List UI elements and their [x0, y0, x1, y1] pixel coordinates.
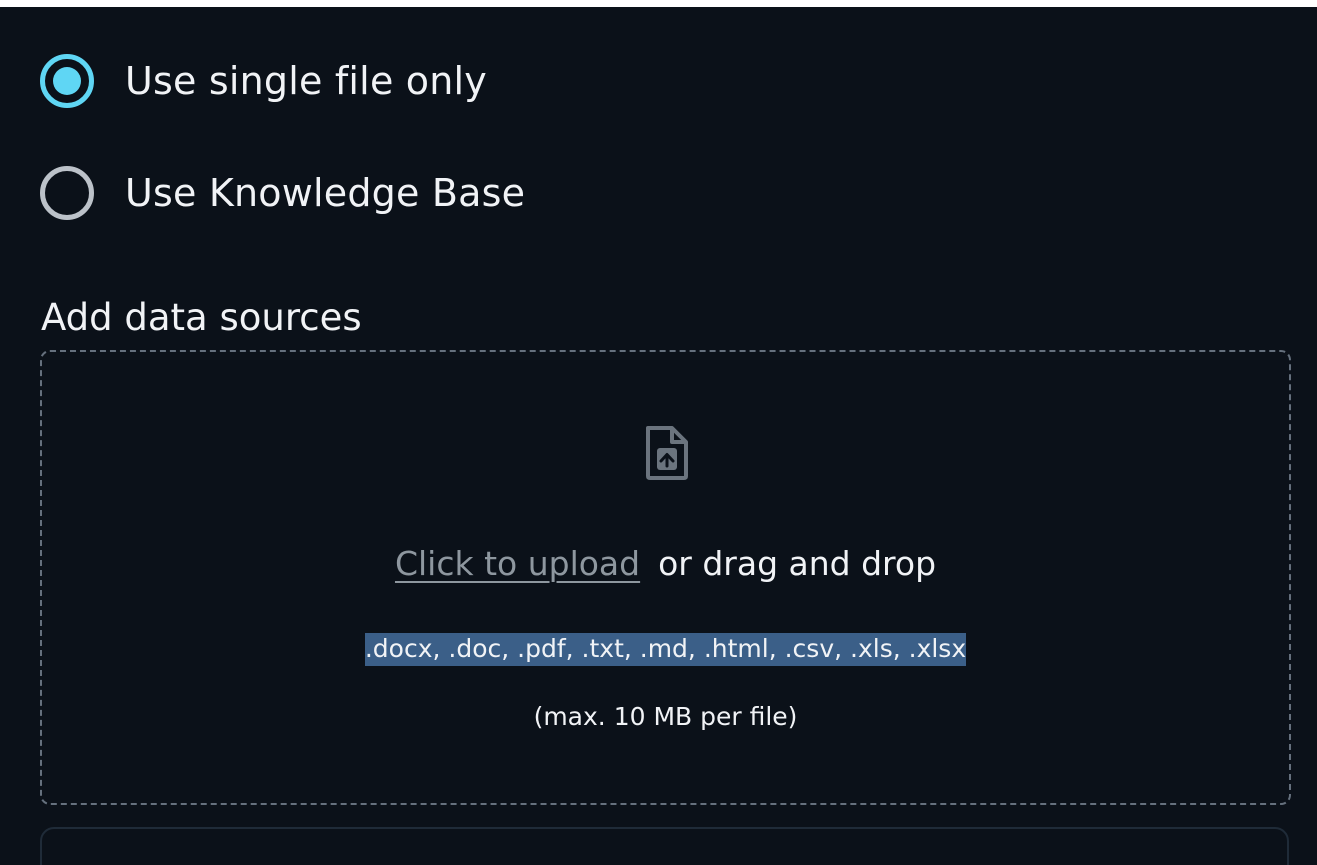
accepted-formats: .docx, .doc, .pdf, .txt, .md, .html, .cs… — [42, 633, 1289, 666]
drag-and-drop-text: or drag and drop — [658, 544, 937, 583]
add-data-sources-heading: Add data sources — [41, 296, 362, 339]
radio-label-single-file: Use single file only — [125, 59, 487, 103]
file-size-limit: (max. 10 MB per file) — [533, 702, 798, 731]
radio-label-knowledge-base: Use Knowledge Base — [125, 171, 526, 215]
radio-button-checked[interactable] — [40, 54, 94, 108]
radio-single-file[interactable]: Use single file only — [40, 54, 487, 108]
next-section-box — [40, 827, 1289, 865]
accepted-formats-text: .docx, .doc, .pdf, .txt, .md, .html, .cs… — [364, 633, 967, 666]
data-source-panel: Use single file only Use Knowledge Base … — [0, 7, 1317, 865]
file-dropzone[interactable]: Click to upload or drag and drop .docx, .… — [40, 350, 1291, 805]
click-to-upload-link[interactable]: Click to upload — [395, 544, 640, 583]
upload-prompt: Click to upload or drag and drop — [42, 544, 1289, 583]
radio-dot — [53, 67, 81, 95]
radio-knowledge-base[interactable]: Use Knowledge Base — [40, 166, 525, 220]
radio-button-unchecked[interactable] — [40, 166, 94, 220]
file-upload-icon[interactable] — [644, 425, 690, 481]
